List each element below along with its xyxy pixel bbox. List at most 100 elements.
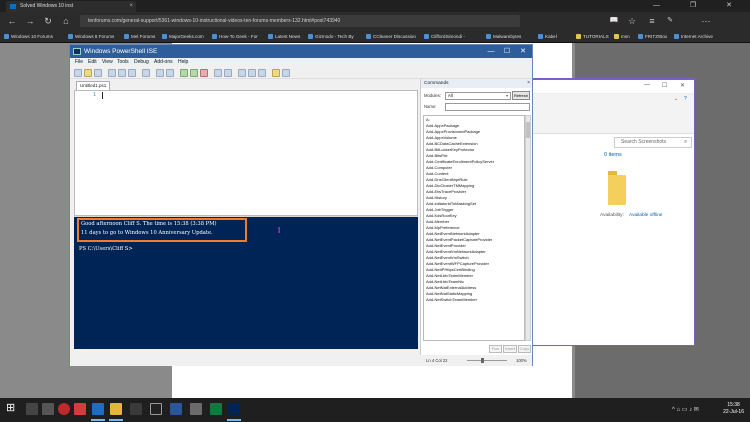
save-icon[interactable] [94,69,102,77]
maximize-icon[interactable]: ☐ [662,82,667,89]
copy-icon[interactable] [118,69,126,77]
chevron-down-icon[interactable]: ⌄ [674,96,678,102]
run-button[interactable]: Run [489,345,502,353]
tab-close-icon[interactable]: × [129,1,133,12]
bookmark-item[interactable]: CliffordSimondi - [424,32,465,41]
bookmark-item[interactable]: Malwarebytes [486,32,521,41]
insert-button[interactable]: Insert [503,345,517,353]
script-editor[interactable]: 1 [74,90,418,216]
menu-edit[interactable]: Edit [88,58,97,67]
commands-list[interactable]: A: Add-AppxPackage Add-AppxProvisionedPack… [423,115,525,341]
task-view-icon[interactable] [26,403,38,415]
app-icon[interactable] [210,403,222,415]
name-filter-input[interactable] [445,103,530,111]
powershell-ise-taskbar-icon[interactable] [228,403,240,415]
minimize-icon[interactable]: — [644,82,650,88]
minimize-icon[interactable]: — [484,45,498,58]
copy-button[interactable]: Copy [518,345,531,353]
redo-icon[interactable] [166,69,174,77]
refresh-button[interactable]: Refresh [512,91,530,100]
menu-file[interactable]: File [75,58,83,67]
app-icon[interactable] [130,403,142,415]
modules-select[interactable]: All ▾ [445,92,511,100]
app-icon[interactable] [42,403,54,415]
more-icon[interactable]: ⋯ [700,15,712,27]
cursor-position: Ln 4 Col 22 [426,358,448,363]
menu-debug[interactable]: Debug [134,58,149,67]
clear-console-icon[interactable] [142,69,150,77]
taskbar-clock[interactable]: 15:38 22-Jul-16 [723,402,744,416]
close-icon[interactable]: ✕ [680,82,685,89]
file-explorer-icon[interactable] [110,403,122,415]
edge-browser-icon[interactable] [92,403,104,415]
bookmark-item[interactable]: Kabel [538,32,557,41]
menu-addons[interactable]: Add-ons [154,58,173,67]
bookmark-item[interactable]: MajorGeeks.com [162,32,204,41]
maximize-icon[interactable]: ☐ [500,45,514,58]
bookmark-item[interactable]: Latest News [268,32,300,41]
bookmark-item[interactable]: Internet Archive [674,32,713,41]
commands-header: Commands × [421,79,532,88]
bookmark-item[interactable]: FRITZ!Box [638,32,667,41]
undo-icon[interactable] [156,69,164,77]
reading-view-icon[interactable]: 📖 [608,15,620,27]
bookmark-item[interactable]: How-To Geek - For [212,32,258,41]
system-tray-icons[interactable]: ^ ⌂ ▭ ♪ ✉ [672,406,699,413]
run-script-icon[interactable] [180,69,188,77]
app-icon[interactable] [190,403,202,415]
browser-tab[interactable]: Solved Windows 10 inst × [6,1,136,12]
browser-window-controls[interactable]: — ❐ ✕ [653,0,746,12]
address-bar[interactable]: tenforums.com/general-support/5361-windo… [80,15,520,27]
app-icon[interactable] [170,403,182,415]
forward-icon[interactable]: → [24,15,36,27]
bookmark-folder[interactable]: msn [614,32,630,41]
home-icon[interactable]: ⌂ [60,15,72,27]
search-icon: ⌕ [684,139,688,145]
bookmark-item[interactable]: Mel Forums [124,32,155,41]
script-tab[interactable]: Untitled1.ps1 [76,81,110,90]
show-script-pane-right-icon[interactable] [248,69,256,77]
back-icon[interactable]: ← [6,15,18,27]
console-pane[interactable]: Good afternoon Cliff S. The time is 15:3… [74,217,418,349]
new-file-icon[interactable] [74,69,82,77]
bookmark-item[interactable]: Gizmodo - Tech By [308,32,354,41]
open-folder-icon[interactable] [84,69,92,77]
close-icon[interactable]: × [527,79,530,88]
bookmark-folder[interactable]: TUTORIALS [576,32,609,41]
app-icon[interactable] [74,403,86,415]
menu-view[interactable]: View [102,58,113,67]
web-note-icon[interactable]: ✎ [664,15,676,27]
show-command-addon-icon[interactable] [282,69,290,77]
app-icon[interactable] [58,403,70,415]
start-windows-icon[interactable]: ⊞ [6,401,15,414]
commands-scrollbar[interactable] [525,115,531,341]
scrollbar-thumb[interactable] [526,122,530,138]
help-icon[interactable]: ? [684,96,687,102]
command-list-item[interactable]: Add-NetSwitchTeamMember [426,297,494,303]
hub-icon[interactable]: ≡ [646,15,658,27]
bookmark-item[interactable]: Windows 10 Forums [4,32,53,41]
menu-help[interactable]: Help [178,58,188,67]
remote-powershell-icon[interactable] [214,69,222,77]
bookmark-item[interactable]: CCleaner Discussion [366,32,416,41]
refresh-icon[interactable]: ↻ [42,15,54,27]
availability-label: Availability: [600,213,624,218]
search-input[interactable]: Search Screenshots [614,137,692,148]
start-powershell-icon[interactable] [224,69,232,77]
zoom-slider-thumb[interactable] [481,358,484,363]
show-script-pane-max-icon[interactable] [258,69,266,77]
show-command-window-icon[interactable] [272,69,280,77]
zoom-slider[interactable] [467,360,507,361]
powershell-icon [73,48,81,55]
availability-value: Available offline [629,213,663,218]
favorite-star-icon[interactable]: ☆ [626,15,638,27]
app-icon[interactable] [150,403,162,415]
cut-icon[interactable] [108,69,116,77]
paste-icon[interactable] [128,69,136,77]
menu-tools[interactable]: Tools [117,58,129,67]
show-script-pane-top-icon[interactable] [238,69,246,77]
run-selection-icon[interactable] [190,69,198,77]
bookmark-item[interactable]: Windows 8 Forums [68,32,114,41]
stop-icon[interactable] [200,69,208,77]
close-icon[interactable]: ✕ [516,45,530,58]
